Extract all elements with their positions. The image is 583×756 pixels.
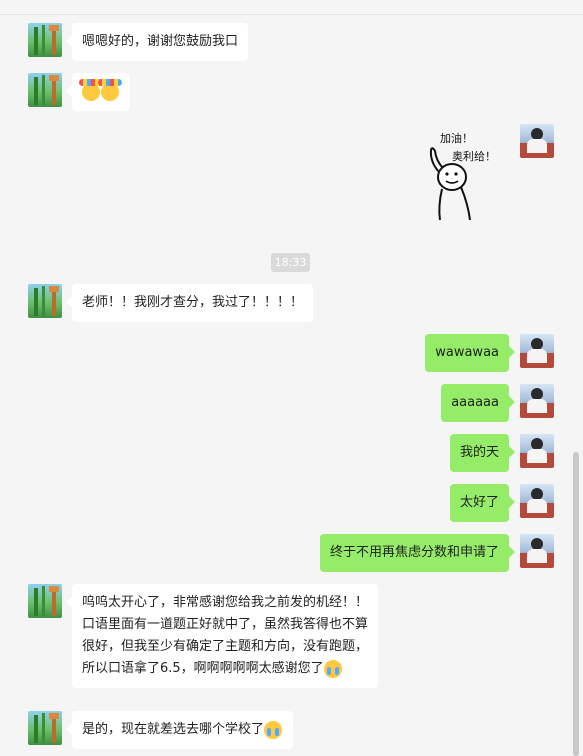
crying-face-icon [323, 659, 342, 678]
chat-scrollbar[interactable] [573, 452, 579, 756]
contact-avatar[interactable] [28, 711, 62, 745]
contact-avatar[interactable] [28, 284, 62, 318]
message-bubble-received[interactable]: 嗯嗯好的，谢谢您鼓励我口 [65, 23, 249, 61]
message-bubble-received[interactable] [66, 73, 130, 111]
message-bubble-sent[interactable]: 太好了 [449, 484, 516, 522]
contact-avatar[interactable] [28, 23, 62, 57]
my-avatar[interactable] [520, 384, 554, 418]
message-text: 我的天 [459, 445, 499, 460]
message-bubble-sent[interactable]: 我的天 [449, 434, 516, 472]
my-avatar[interactable] [520, 534, 554, 568]
message-bubble-received[interactable]: 呜呜太开心了，非常感谢您给我之前发的机经！！口语里面有一道题正好就中了，虽然我答… [66, 584, 378, 688]
crying-face-icon [264, 720, 283, 739]
chat-timestamp: 18:33 [271, 253, 310, 272]
sticker-text-1: 加油！ [440, 131, 473, 145]
message-text: 嗯嗯好的，谢谢您鼓励我口 [82, 34, 239, 49]
my-avatar[interactable] [520, 334, 554, 368]
sticker-text-2: 奥利给！ [452, 149, 496, 163]
cheer-sticker[interactable]: 加油！ 奥利给！ [422, 124, 512, 224]
my-avatar[interactable] [520, 434, 554, 468]
message-text: wawawaa [435, 345, 499, 360]
my-avatar[interactable] [520, 484, 554, 518]
party-face-icon [98, 78, 122, 101]
top-divider [0, 14, 583, 15]
message-text: 是的，现在就差选去哪个学校了 [82, 722, 265, 737]
contact-avatar[interactable] [28, 73, 62, 107]
message-text: 太好了 [459, 495, 499, 510]
my-avatar[interactable] [520, 124, 554, 158]
message-text: 老师！！我刚才查分，我过了！！！！ [82, 295, 304, 310]
message-bubble-received[interactable]: 老师！！我刚才查分，我过了！！！！ [65, 284, 314, 322]
message-bubble-received[interactable]: 是的，现在就差选去哪个学校了 [65, 711, 294, 749]
message-text: 终于不用再焦虑分数和申请了 [329, 545, 499, 560]
message-bubble-sent[interactable]: 终于不用再焦虑分数和申请了 [319, 534, 516, 572]
contact-avatar[interactable] [28, 584, 62, 618]
message-bubble-sent[interactable]: wawawaa [425, 334, 515, 372]
party-face-icon [79, 78, 103, 101]
message-bubble-sent[interactable]: aaaaaa [441, 384, 515, 422]
message-text: aaaaaa [451, 395, 499, 410]
